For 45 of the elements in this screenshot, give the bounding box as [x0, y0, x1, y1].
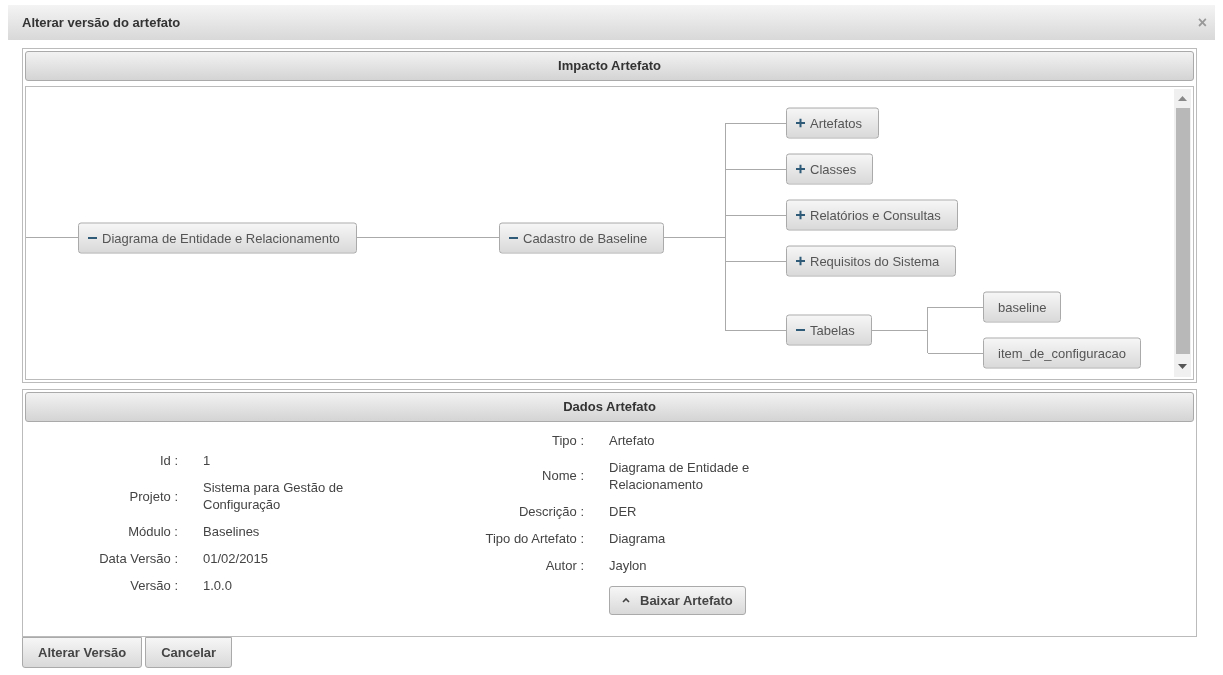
plus-icon[interactable] — [796, 256, 805, 266]
tree-node[interactable]: Cadastro de Baseline — [499, 222, 665, 253]
plus-icon[interactable] — [796, 118, 805, 128]
field-label: Projeto : — [128, 488, 178, 504]
tree-node[interactable]: Classes — [786, 153, 874, 185]
dialog-title: Alterar versão do artefato — [22, 15, 181, 30]
scrollbar-thumb[interactable] — [1176, 108, 1190, 354]
field-value: 1.0.0 — [203, 577, 233, 594]
field-value: Artefato — [609, 431, 656, 449]
connector-line — [26, 237, 79, 238]
field-value: Sistema para Gestão de Configuração — [203, 479, 345, 513]
field-label: Data Versão : — [98, 551, 178, 566]
tree-node[interactable]: baseline — [983, 291, 1062, 323]
field-label: Tipo : — [550, 432, 584, 448]
field-value: Baselines — [203, 523, 261, 540]
field-label: Autor : — [544, 557, 584, 573]
field-label: Versão : — [129, 578, 178, 593]
scroll-down-icon[interactable] — [1178, 364, 1187, 370]
field-label: Descrição : — [517, 503, 584, 519]
field-value: Diagrama de Entidade e Relacionamento — [609, 458, 751, 493]
caret-up-icon — [622, 597, 630, 603]
dialog-button[interactable]: Alterar Versão — [22, 637, 143, 668]
plus-icon[interactable] — [796, 164, 805, 174]
tree-node[interactable]: Diagrama de Entidade e Relacionamento — [78, 222, 357, 253]
field-label: Id : — [158, 453, 178, 468]
scrollbar[interactable] — [1174, 89, 1191, 377]
tree-node[interactable]: Tabelas — [786, 314, 872, 346]
panel-header: Dados Artefato — [25, 392, 1194, 422]
field-value: Jaylon — [609, 556, 648, 574]
field-label: Módulo : — [127, 524, 178, 539]
field-label: Tipo do Artefato : — [484, 530, 584, 546]
tree-node[interactable]: item_de_configuracao — [983, 337, 1141, 369]
download-button[interactable]: Baixar Artefato — [609, 585, 746, 615]
field-value: Diagrama — [609, 529, 667, 547]
plus-icon[interactable] — [796, 210, 805, 220]
tree-node[interactable]: Artefatos — [786, 107, 880, 139]
field-value: 1 — [203, 452, 212, 469]
panel-header: Impacto Artefato — [25, 51, 1194, 81]
field-value: 01/02/2015 — [203, 550, 270, 567]
field-value: DER — [609, 502, 638, 520]
tree-node[interactable]: Relatórios e Consultas — [786, 199, 958, 231]
scroll-up-icon[interactable] — [1178, 95, 1187, 101]
dialog-button[interactable]: Cancelar — [145, 637, 233, 668]
tree-node[interactable]: Requisitos do Sistema — [786, 245, 957, 277]
field-label: Nome : — [541, 468, 584, 483]
